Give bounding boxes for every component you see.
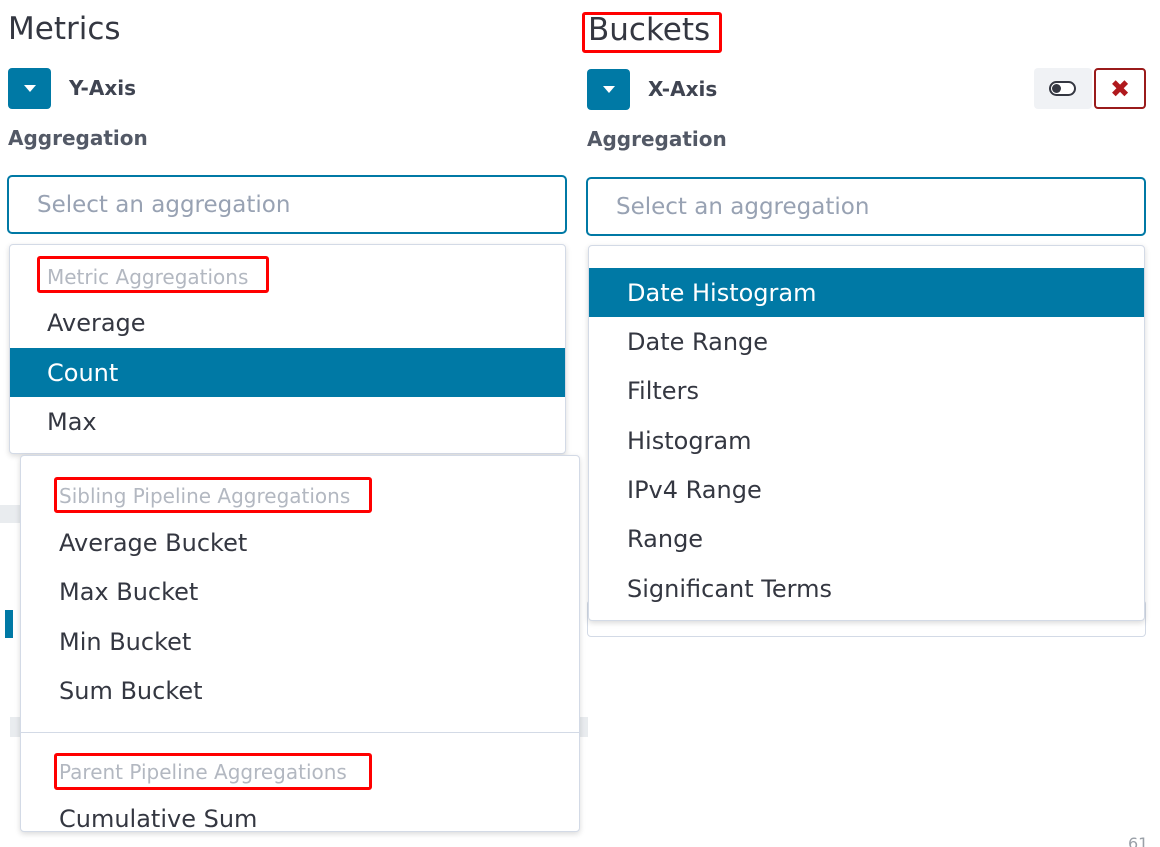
option-label: Max Bucket [59, 577, 199, 606]
option-histogram[interactable]: Histogram [589, 416, 1144, 465]
yaxis-collapse-button[interactable] [8, 68, 51, 109]
option-label: Min Bucket [59, 627, 192, 656]
option-label: Average Bucket [59, 528, 248, 557]
background-fragment [0, 505, 22, 523]
buckets-aggregation-select[interactable]: Select an aggregation [586, 177, 1146, 236]
option-significant-terms[interactable]: Significant Terms [589, 564, 1144, 613]
option-count[interactable]: Count [10, 348, 565, 397]
option-date-range[interactable]: Date Range [589, 317, 1144, 366]
option-label: Significant Terms [627, 574, 832, 603]
toggle-knob [1052, 84, 1061, 93]
yaxis-label: Y-Axis [69, 76, 136, 100]
highlight-box [582, 12, 722, 53]
option-range[interactable]: Range [589, 514, 1144, 563]
option-label: Filters [627, 376, 699, 405]
option-label: Max [47, 407, 97, 436]
option-max[interactable]: Max [10, 397, 565, 446]
option-label: IPv4 Range [627, 475, 762, 504]
highlight-box [37, 256, 269, 293]
xaxis-label: X-Axis [648, 77, 718, 101]
option-label: Sum Bucket [59, 676, 203, 705]
toggle-icon[interactable] [1034, 68, 1092, 109]
metrics-aggregation-select[interactable]: Select an aggregation [7, 175, 567, 234]
page-number: 61 [1128, 834, 1149, 847]
pipeline-aggregations-dropdown: Sibling Pipeline Aggregations Average Bu… [20, 455, 580, 832]
option-filters[interactable]: Filters [589, 366, 1144, 415]
buckets-aggregation-label: Aggregation [587, 127, 727, 151]
option-min-bucket[interactable]: Min Bucket [21, 617, 579, 666]
metrics-select-placeholder: Select an aggregation [37, 191, 291, 218]
metrics-aggregation-label: Aggregation [8, 126, 148, 150]
option-sum-bucket[interactable]: Sum Bucket [21, 666, 579, 715]
option-label: Average [47, 308, 146, 337]
bucket-aggregations-dropdown: Date Histogram Date Range Filters Histog… [588, 245, 1145, 621]
metric-aggregations-dropdown: Metric Aggregations Average Count Max [9, 244, 566, 454]
highlight-box [54, 753, 372, 790]
option-ipv4-range[interactable]: IPv4 Range [589, 465, 1144, 514]
option-label: Histogram [627, 426, 752, 455]
option-max-bucket[interactable]: Max Bucket [21, 567, 579, 616]
option-label: Date Range [627, 327, 769, 356]
buckets-select-placeholder: Select an aggregation [616, 193, 870, 220]
option-average[interactable]: Average [10, 298, 565, 347]
xaxis-collapse-button[interactable] [587, 69, 630, 110]
option-label: Cumulative Sum [59, 804, 258, 832]
option-label: Date Histogram [627, 278, 817, 307]
close-icon[interactable]: ✖ [1094, 68, 1146, 109]
group-divider [21, 732, 579, 733]
toggle-track [1049, 81, 1076, 96]
option-date-histogram[interactable]: Date Histogram [589, 268, 1144, 317]
background-fragment-accent [5, 610, 13, 638]
option-average-bucket[interactable]: Average Bucket [21, 518, 579, 567]
option-cumulative-sum[interactable]: Cumulative Sum [21, 794, 579, 832]
metrics-title: Metrics [8, 11, 121, 47]
option-label: Count [47, 358, 119, 387]
highlight-box [54, 477, 372, 513]
option-label: Range [627, 524, 704, 553]
